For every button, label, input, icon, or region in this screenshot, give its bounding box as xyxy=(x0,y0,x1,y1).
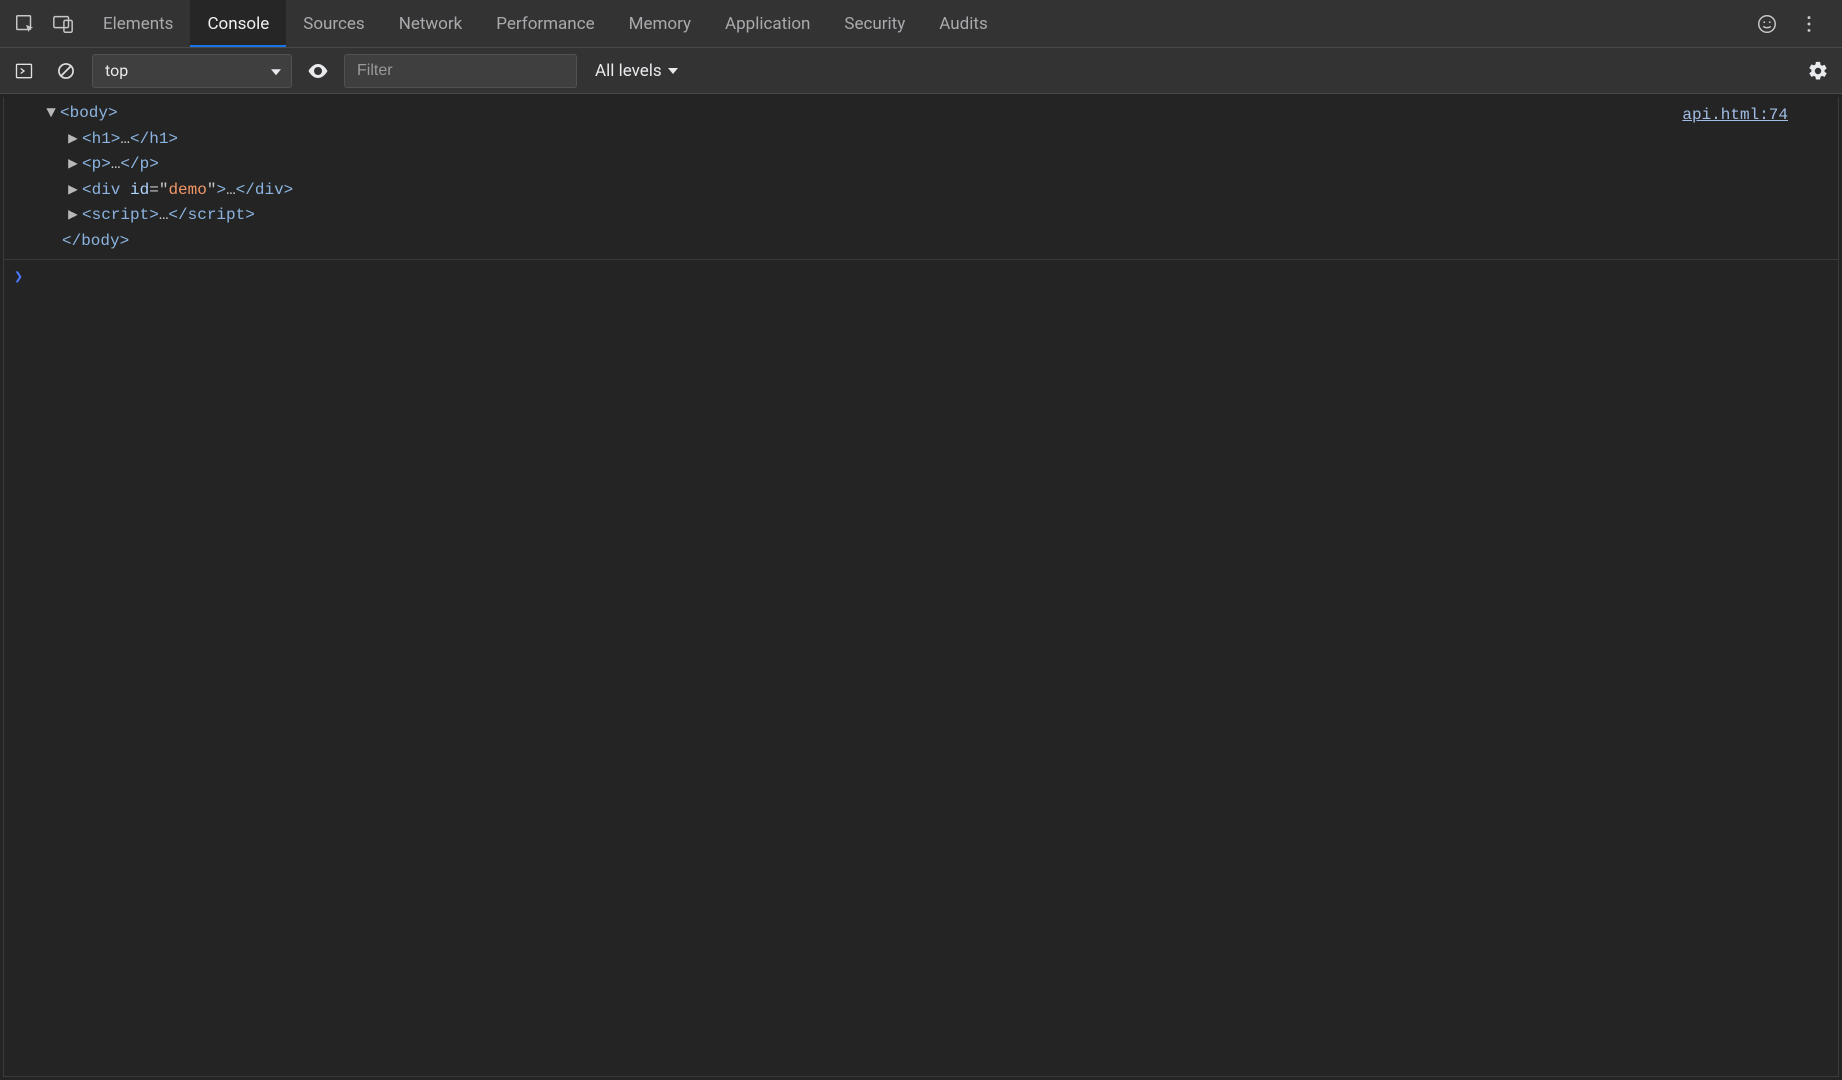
filter-input[interactable] xyxy=(344,54,577,88)
console-prompt-row[interactable]: ❯ xyxy=(4,260,1838,296)
chevron-down-icon xyxy=(668,68,678,74)
tree-node-body-close[interactable]: </body> xyxy=(44,229,1682,255)
attr-value: demo xyxy=(168,181,206,199)
attr-quote-open: " xyxy=(159,181,169,199)
p-open-tag: <p> xyxy=(82,155,111,173)
console-log-row: ▼<body> ▶<h1>…</h1> ▶<p>…</p> ▶<div id="… xyxy=(4,97,1838,260)
ellipsis-text: … xyxy=(226,181,236,199)
tab-application[interactable]: Application xyxy=(708,0,827,47)
console-toolbar: top All levels xyxy=(0,48,1842,94)
tab-label: Security xyxy=(844,14,905,34)
tab-label: Memory xyxy=(629,14,691,34)
div-open-pre: <div xyxy=(82,181,130,199)
smile-feedback-icon[interactable] xyxy=(1750,7,1784,41)
prompt-arrow-icon: ❯ xyxy=(14,266,32,290)
tree-node-body-open[interactable]: ▼<body> xyxy=(44,101,1682,127)
tab-memory[interactable]: Memory xyxy=(612,0,708,47)
body-open-tag: <body> xyxy=(60,104,118,122)
tree-node-script[interactable]: ▶<script>…</script> xyxy=(44,203,1682,229)
h1-close-tag: </h1> xyxy=(130,130,178,148)
more-menu-icon[interactable] xyxy=(1792,7,1826,41)
body-close-tag: </body> xyxy=(62,232,129,250)
logged-dom-tree: ▼<body> ▶<h1>…</h1> ▶<p>…</p> ▶<div id="… xyxy=(4,101,1682,255)
tabs-right-icons xyxy=(1750,7,1836,41)
tab-label: Audits xyxy=(939,14,987,34)
log-levels-select[interactable]: All levels xyxy=(587,57,686,85)
tab-label: Console xyxy=(207,14,269,34)
disclosure-collapsed-icon[interactable]: ▶ xyxy=(66,178,80,204)
tree-node-p[interactable]: ▶<p>…</p> xyxy=(44,152,1682,178)
tab-label: Performance xyxy=(496,14,594,34)
div-close-tag: </div> xyxy=(236,181,294,199)
script-close-tag: </script> xyxy=(168,206,254,224)
tab-elements[interactable]: Elements xyxy=(86,0,190,47)
levels-label: All levels xyxy=(595,61,662,81)
ellipsis-text: … xyxy=(120,130,130,148)
console-area: ▼<body> ▶<h1>…</h1> ▶<p>…</p> ▶<div id="… xyxy=(3,97,1839,1077)
tab-audits[interactable]: Audits xyxy=(922,0,1004,47)
attr-eq: = xyxy=(149,181,159,199)
attr-quote-close: " xyxy=(207,181,217,199)
attr-name: id xyxy=(130,181,149,199)
tree-node-div-demo[interactable]: ▶<div id="demo">…</div> xyxy=(44,178,1682,204)
tab-network[interactable]: Network xyxy=(382,0,480,47)
tab-label: Network xyxy=(399,14,463,34)
h1-open-tag: <h1> xyxy=(82,130,120,148)
tab-label: Application xyxy=(725,14,810,34)
tabs-list: Elements Console Sources Network Perform… xyxy=(86,0,1005,47)
inspect-element-icon[interactable] xyxy=(6,0,44,48)
tree-node-h1[interactable]: ▶<h1>…</h1> xyxy=(44,127,1682,153)
disclosure-collapsed-icon[interactable]: ▶ xyxy=(66,152,80,178)
context-value: top xyxy=(105,61,128,80)
execution-context-select[interactable]: top xyxy=(92,54,292,88)
toggle-device-toolbar-icon[interactable] xyxy=(44,0,82,48)
disclosure-collapsed-icon[interactable]: ▶ xyxy=(66,127,80,153)
tabs-bar: Elements Console Sources Network Perform… xyxy=(0,0,1842,48)
ellipsis-text: … xyxy=(111,155,121,173)
tab-label: Elements xyxy=(103,14,173,34)
clear-console-icon[interactable] xyxy=(50,55,82,87)
disclosure-collapsed-icon[interactable]: ▶ xyxy=(66,203,80,229)
console-settings-icon[interactable] xyxy=(1802,55,1834,87)
tab-security[interactable]: Security xyxy=(827,0,922,47)
tab-label: Sources xyxy=(303,14,364,34)
disclosure-expanded-icon[interactable]: ▼ xyxy=(44,101,58,127)
script-open-tag: <script> xyxy=(82,206,159,224)
toggle-console-sidebar-icon[interactable] xyxy=(8,55,40,87)
div-open-post: > xyxy=(216,181,226,199)
live-expression-icon[interactable] xyxy=(302,55,334,87)
tab-console[interactable]: Console xyxy=(190,0,286,47)
p-close-tag: </p> xyxy=(120,155,158,173)
tab-performance[interactable]: Performance xyxy=(479,0,611,47)
source-link[interactable]: api.html:74 xyxy=(1682,101,1828,255)
tab-sources[interactable]: Sources xyxy=(286,0,381,47)
ellipsis-text: … xyxy=(159,206,169,224)
